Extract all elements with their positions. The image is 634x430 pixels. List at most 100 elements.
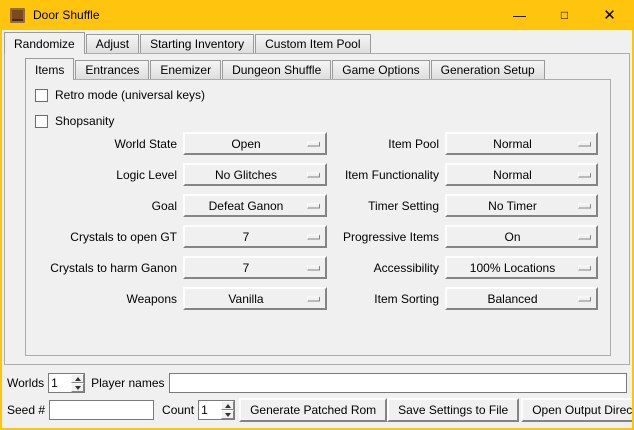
tab-starting-inventory[interactable]: Starting Inventory bbox=[140, 34, 254, 53]
spin-up-button[interactable] bbox=[221, 401, 234, 410]
spin-up-button[interactable] bbox=[71, 374, 84, 383]
seed-label: Seed # bbox=[7, 403, 45, 417]
count-spin-arrows bbox=[221, 401, 234, 419]
tab-dungeon-shuffle[interactable]: Dungeon Shuffle bbox=[222, 60, 331, 79]
tab-items[interactable]: Items bbox=[25, 58, 74, 80]
item-sorting-dropdown[interactable]: Balanced bbox=[445, 287, 598, 310]
timer-setting-label: Timer Setting bbox=[333, 199, 439, 213]
titlebar: Door Shuffle — □ ✕ bbox=[2, 0, 632, 30]
accessibility-value: 100% Locations bbox=[470, 261, 555, 275]
world-state-dropdown[interactable]: Open bbox=[183, 132, 327, 155]
count-input[interactable] bbox=[199, 401, 221, 419]
logic-level-value: No Glitches bbox=[215, 168, 277, 182]
crystals-open-gt-value: 7 bbox=[243, 230, 250, 244]
worlds-row: Worlds Player names bbox=[7, 372, 627, 394]
tab-randomize[interactable]: Randomize bbox=[4, 32, 85, 54]
item-functionality-label: Item Functionality bbox=[333, 168, 439, 182]
checkbox-shopsanity-label: Shopsanity bbox=[55, 114, 114, 128]
dropdown-indicator-icon bbox=[578, 172, 591, 177]
weapons-dropdown[interactable]: Vanilla bbox=[183, 287, 327, 310]
options-grid: World State Open Item Pool Normal Logic … bbox=[32, 132, 598, 310]
dropdown-indicator-icon bbox=[307, 296, 320, 301]
tab-entrances[interactable]: Entrances bbox=[75, 60, 149, 79]
door-shuffle-window: Door Shuffle — □ ✕ Randomize Adjust Star… bbox=[0, 0, 634, 430]
count-spinbox[interactable] bbox=[198, 400, 235, 420]
randomize-pane: Items Entrances Enemizer Dungeon Shuffle… bbox=[4, 53, 630, 365]
goal-label: Goal bbox=[32, 199, 177, 213]
spin-up-icon bbox=[225, 404, 231, 408]
spin-down-button[interactable] bbox=[71, 383, 84, 392]
player-names-label: Player names bbox=[91, 376, 164, 390]
worlds-spinbox[interactable] bbox=[48, 373, 85, 393]
spin-down-button[interactable] bbox=[221, 410, 234, 419]
maximize-button[interactable]: □ bbox=[542, 0, 587, 30]
item-sorting-label: Item Sorting bbox=[333, 292, 439, 306]
spin-up-icon bbox=[75, 377, 81, 381]
world-state-label: World State bbox=[32, 137, 177, 151]
sub-tab-bar: Items Entrances Enemizer Dungeon Shuffle… bbox=[25, 57, 546, 79]
dropdown-indicator-icon bbox=[307, 234, 320, 239]
crystals-open-gt-dropdown[interactable]: 7 bbox=[183, 225, 327, 248]
tab-game-options[interactable]: Game Options bbox=[332, 60, 429, 79]
weapons-label: Weapons bbox=[32, 292, 177, 306]
tab-custom-item-pool[interactable]: Custom Item Pool bbox=[255, 34, 370, 53]
timer-setting-dropdown[interactable]: No Timer bbox=[445, 194, 598, 217]
dropdown-indicator-icon bbox=[578, 296, 591, 301]
weapons-value: Vanilla bbox=[228, 292, 263, 306]
world-state-value: Open bbox=[231, 137, 260, 151]
goal-value: Defeat Ganon bbox=[209, 199, 284, 213]
dropdown-indicator-icon bbox=[578, 141, 591, 146]
logic-level-label: Logic Level bbox=[32, 168, 177, 182]
tab-adjust[interactable]: Adjust bbox=[86, 34, 139, 53]
checkbox-unchecked-icon[interactable] bbox=[35, 89, 48, 102]
window-title: Door Shuffle bbox=[33, 8, 100, 22]
crystals-harm-ganon-dropdown[interactable]: 7 bbox=[183, 256, 327, 279]
app-icon bbox=[10, 8, 25, 23]
items-pane: Retro mode (universal keys) Shopsanity W… bbox=[25, 79, 611, 356]
crystals-open-gt-label: Crystals to open GT bbox=[32, 230, 177, 244]
dropdown-indicator-icon bbox=[307, 172, 320, 177]
tab-generation-setup[interactable]: Generation Setup bbox=[431, 60, 545, 79]
dropdown-indicator-icon bbox=[578, 234, 591, 239]
crystals-harm-ganon-label: Crystals to harm Ganon bbox=[32, 261, 177, 275]
item-functionality-value: Normal bbox=[493, 168, 532, 182]
progressive-items-label: Progressive Items bbox=[333, 230, 439, 244]
dropdown-indicator-icon bbox=[307, 203, 320, 208]
item-pool-dropdown[interactable]: Normal bbox=[445, 132, 598, 155]
dropdown-indicator-icon bbox=[307, 141, 320, 146]
dropdown-indicator-icon bbox=[307, 265, 320, 270]
main-tab-bar: Randomize Adjust Starting Inventory Cust… bbox=[4, 31, 372, 53]
checkbox-retro-mode[interactable]: Retro mode (universal keys) bbox=[35, 88, 205, 102]
dropdown-indicator-icon bbox=[578, 265, 591, 270]
logic-level-dropdown[interactable]: No Glitches bbox=[183, 163, 327, 186]
timer-setting-value: No Timer bbox=[488, 199, 537, 213]
save-settings-button[interactable]: Save Settings to File bbox=[387, 398, 519, 422]
crystals-harm-ganon-value: 7 bbox=[243, 261, 250, 275]
item-functionality-dropdown[interactable]: Normal bbox=[445, 163, 598, 186]
minimize-button[interactable]: — bbox=[497, 0, 542, 30]
worlds-input[interactable] bbox=[49, 374, 71, 392]
goal-dropdown[interactable]: Defeat Ganon bbox=[183, 194, 327, 217]
close-button[interactable]: ✕ bbox=[587, 0, 632, 30]
progressive-items-dropdown[interactable]: On bbox=[445, 225, 598, 248]
checkbox-shopsanity[interactable]: Shopsanity bbox=[35, 114, 114, 128]
player-names-input[interactable] bbox=[169, 373, 628, 393]
accessibility-dropdown[interactable]: 100% Locations bbox=[445, 256, 598, 279]
open-output-directory-button[interactable]: Open Output Directory bbox=[521, 398, 634, 422]
item-pool-label: Item Pool bbox=[333, 137, 439, 151]
spin-down-icon bbox=[225, 413, 231, 417]
spin-down-icon bbox=[75, 386, 81, 390]
worlds-spin-arrows bbox=[71, 374, 84, 392]
item-sorting-value: Balanced bbox=[487, 292, 537, 306]
count-label: Count bbox=[162, 403, 194, 417]
checkbox-retro-mode-label: Retro mode (universal keys) bbox=[55, 88, 205, 102]
window-controls: — □ ✕ bbox=[497, 0, 632, 30]
checkbox-unchecked-icon[interactable] bbox=[35, 115, 48, 128]
item-pool-value: Normal bbox=[493, 137, 532, 151]
generate-patched-rom-button[interactable]: Generate Patched Rom bbox=[239, 398, 387, 422]
seed-input[interactable] bbox=[49, 400, 154, 420]
accessibility-label: Accessibility bbox=[333, 261, 439, 275]
seed-row: Seed # Count Generate Patched Rom Save S… bbox=[7, 398, 627, 422]
tab-enemizer[interactable]: Enemizer bbox=[150, 60, 221, 79]
dropdown-indicator-icon bbox=[578, 203, 591, 208]
